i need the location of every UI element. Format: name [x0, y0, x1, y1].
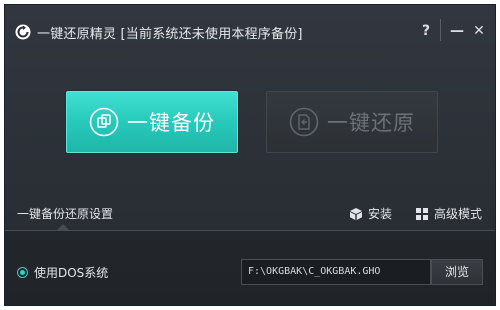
restore-document-icon [289, 107, 319, 137]
backup-path-field[interactable]: F:\OKGBAK\C_OKGBAK.GHO [241, 259, 431, 285]
close-button[interactable]: ✕ [470, 21, 488, 41]
copy-icon [89, 107, 119, 137]
use-dos-option[interactable]: 使用DOS系统 [17, 264, 108, 281]
one-click-backup-button[interactable]: 一键备份 [66, 91, 238, 153]
refresh-circle-icon [15, 24, 31, 40]
title-bar: 一键还原精灵 [当前系统还未使用本程序备份] ? — ✕ [5, 5, 495, 49]
minimize-button[interactable]: — [448, 21, 466, 41]
settings-section-title: 一键备份还原设置 [17, 207, 114, 221]
dos-option-label: 使用DOS系统 [34, 266, 109, 280]
settings-panel: 使用DOS系统 F:\OKGBAK\C_OKGBAK.GHO 浏览 [5, 231, 495, 305]
app-window: 一键还原精灵 [当前系统还未使用本程序备份] ? — ✕ 一键备份 一键还原 一… [4, 4, 496, 306]
install-button[interactable]: 安装 [349, 205, 392, 222]
help-button[interactable]: ? [417, 21, 435, 41]
install-label: 安装 [368, 207, 393, 221]
restore-button-label: 一键还原 [327, 111, 415, 135]
grid-icon [416, 207, 428, 220]
browse-button[interactable]: 浏览 [431, 259, 483, 285]
advanced-mode-button[interactable]: 高级模式 [415, 205, 482, 222]
settings-tab-indicator [57, 224, 69, 230]
install-box-icon [350, 207, 362, 220]
window-title: 一键还原精灵 [当前系统还未使用本程序备份] [37, 27, 303, 42]
titlebar-separator [440, 19, 441, 41]
advanced-mode-label: 高级模式 [434, 207, 483, 221]
one-click-restore-button[interactable]: 一键还原 [266, 91, 438, 153]
dos-radio-button[interactable] [17, 267, 28, 278]
backup-button-label: 一键备份 [127, 111, 215, 135]
radio-selected-dot [20, 270, 25, 275]
